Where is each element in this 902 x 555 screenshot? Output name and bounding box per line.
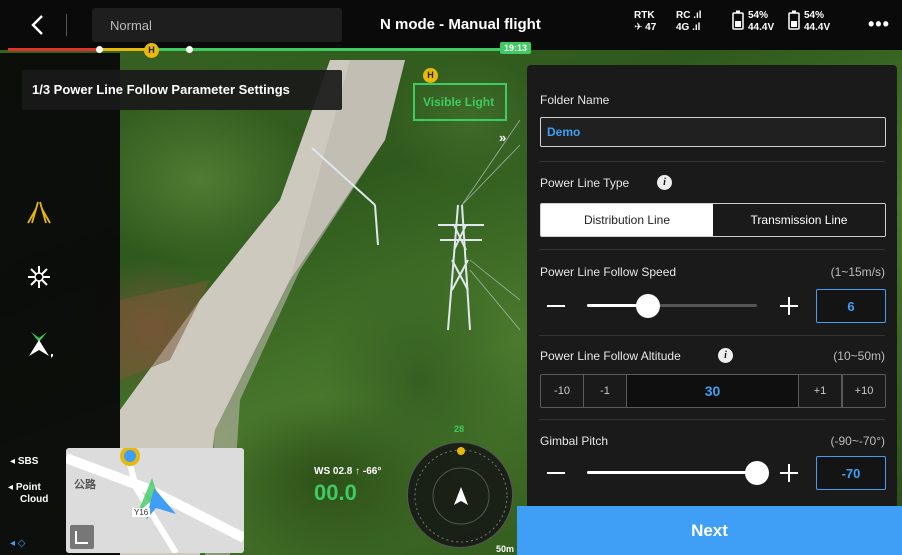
rtk-value: 47 xyxy=(645,22,657,33)
altitude-plus-1-button[interactable]: +1 xyxy=(799,375,842,407)
point-cloud-label-2: Cloud xyxy=(20,494,49,505)
rc-label: RC xyxy=(676,10,691,21)
altitude-range: (10~50m) xyxy=(833,349,885,363)
point-cloud-label-1: Point xyxy=(15,482,41,493)
back-button[interactable] xyxy=(20,10,54,40)
flight-title: N mode - Manual flight xyxy=(380,16,541,33)
expand-map-button[interactable] xyxy=(70,525,94,549)
speed-label: Power Line Follow Speed xyxy=(540,265,677,279)
altitude-stepper: -10 -1 30 +1 +10 xyxy=(540,374,886,408)
altitude-value-field[interactable]: 30 xyxy=(627,375,799,407)
folder-name-input[interactable] xyxy=(540,117,886,147)
battery-left-pct: 54% xyxy=(748,10,769,21)
rc-status[interactable]: RC .ıl 4G .ıl xyxy=(676,10,702,34)
sbs-label: SBS xyxy=(17,456,39,467)
map-place-text: 公路 xyxy=(74,479,96,491)
gimbal-slider-thumb[interactable] xyxy=(745,461,769,485)
progress-yellow-segment xyxy=(98,48,150,51)
progress-point xyxy=(186,46,193,53)
speed-increase-button[interactable] xyxy=(780,297,798,315)
top-bar: Normal N mode - Manual flight RTK ✈ 47 R… xyxy=(0,0,902,50)
flight-mode-selector[interactable]: Normal xyxy=(92,8,342,42)
progress-red-segment xyxy=(8,48,98,51)
collapse-panel-icon[interactable]: » xyxy=(499,130,506,145)
gimbal-increase-button[interactable] xyxy=(780,464,798,482)
altitude-plus-10-button[interactable]: +10 xyxy=(842,375,885,407)
gimbal-pitch-label: Gimbal Pitch xyxy=(540,434,609,448)
point-cloud-toggle[interactable]: ◂ Point Cloud xyxy=(8,482,48,506)
progress-green-segment xyxy=(150,48,502,51)
height-tag: 28 xyxy=(454,424,465,434)
power-line-type-label: Power Line Type xyxy=(540,176,630,190)
map-road-label: Y16 xyxy=(132,508,151,517)
battery-right-pct: 54% xyxy=(804,10,825,21)
sbs-toggle[interactable]: ◂ SBS xyxy=(10,456,38,468)
expand-icon xyxy=(75,531,88,544)
map-layer-icon[interactable]: ◂ ◇ xyxy=(10,538,26,550)
visible-light-frame[interactable]: Visible Light xyxy=(413,83,507,121)
speed-range: (1~15m/s) xyxy=(830,265,885,279)
time-tag: 19:13 xyxy=(500,42,532,54)
mini-map[interactable]: 公路 Y16 xyxy=(66,448,244,553)
drone-arrow-icon[interactable] xyxy=(24,328,54,358)
altitude-label: Power Line Follow Altitude xyxy=(540,349,681,363)
progress-point xyxy=(96,46,103,53)
type-option-distribution[interactable]: Distribution Line xyxy=(541,204,713,236)
signal-icon-2: .ıl xyxy=(692,22,701,33)
type-option-transmission[interactable]: Transmission Line xyxy=(713,204,885,236)
rtk-status[interactable]: RTK ✈ 47 xyxy=(634,10,656,34)
visible-light-label: Visible Light xyxy=(423,95,495,109)
altitude-minus-1-button[interactable]: -1 xyxy=(584,375,627,407)
chevron-left-icon xyxy=(31,15,43,35)
compass-icon xyxy=(414,447,508,543)
battery-icon xyxy=(788,10,800,30)
info-icon[interactable]: i xyxy=(657,175,672,190)
next-button[interactable]: Next xyxy=(517,506,902,555)
divider xyxy=(539,335,885,336)
page-title-bar: 1/3 Power Line Follow Parameter Settings xyxy=(22,70,342,110)
folder-name-label: Folder Name xyxy=(540,93,610,107)
speed-decrease-button[interactable] xyxy=(547,305,565,307)
battery-right[interactable]: 54% 44.4V xyxy=(788,10,830,34)
battery-left[interactable]: 54% 44.4V xyxy=(732,10,774,34)
gimbal-value-field[interactable]: -70 xyxy=(816,456,886,490)
battery-right-volt: 44.4V xyxy=(804,22,831,33)
speed-readout: 00.0 xyxy=(314,480,357,505)
info-icon[interactable]: i xyxy=(718,348,733,363)
speed-slider-track[interactable] xyxy=(587,304,757,307)
gimbal-decrease-button[interactable] xyxy=(547,472,565,474)
settings-panel: Folder Name Power Line Type i Distributi… xyxy=(527,65,897,520)
route-progress xyxy=(0,46,902,53)
power-line-icon[interactable] xyxy=(24,197,54,227)
more-menu-button[interactable]: ••• xyxy=(868,14,890,35)
divider xyxy=(539,249,885,250)
signal-icon: .ıl xyxy=(693,10,702,21)
gimbal-slider-fill xyxy=(587,471,757,474)
network-label: 4G xyxy=(676,22,690,33)
divider xyxy=(539,419,885,420)
home-marker-icon-2: H xyxy=(423,68,438,83)
radar-distance: 50m xyxy=(496,544,515,554)
speed-value-field[interactable]: 6 xyxy=(816,289,886,323)
flight-mode-label: Normal xyxy=(110,18,152,33)
attitude-radar[interactable] xyxy=(407,442,513,548)
gimbal-pitch-range: (-90~-70°) xyxy=(830,434,886,448)
battery-icon xyxy=(732,10,744,30)
divider xyxy=(539,161,885,162)
power-line-type-toggle: Distribution Line Transmission Line xyxy=(540,203,886,237)
satellite-icon: ✈ xyxy=(634,22,643,33)
battery-left-volt: 44.4V xyxy=(748,22,775,33)
divider xyxy=(66,14,67,36)
altitude-minus-10-button[interactable]: -10 xyxy=(541,375,584,407)
home-marker-icon: H xyxy=(144,43,159,58)
rtk-satellites: ✈ 47 xyxy=(634,22,656,34)
gimbal-slider-track[interactable] xyxy=(587,471,757,474)
rtk-label: RTK xyxy=(634,10,655,21)
page-title: 1/3 Power Line Follow Parameter Settings xyxy=(32,82,290,97)
sun-brightness-icon[interactable] xyxy=(24,262,54,292)
speed-slider-thumb[interactable] xyxy=(635,294,660,318)
wind-speed-readout: WS 02.8 ↑ -66° xyxy=(314,466,382,477)
